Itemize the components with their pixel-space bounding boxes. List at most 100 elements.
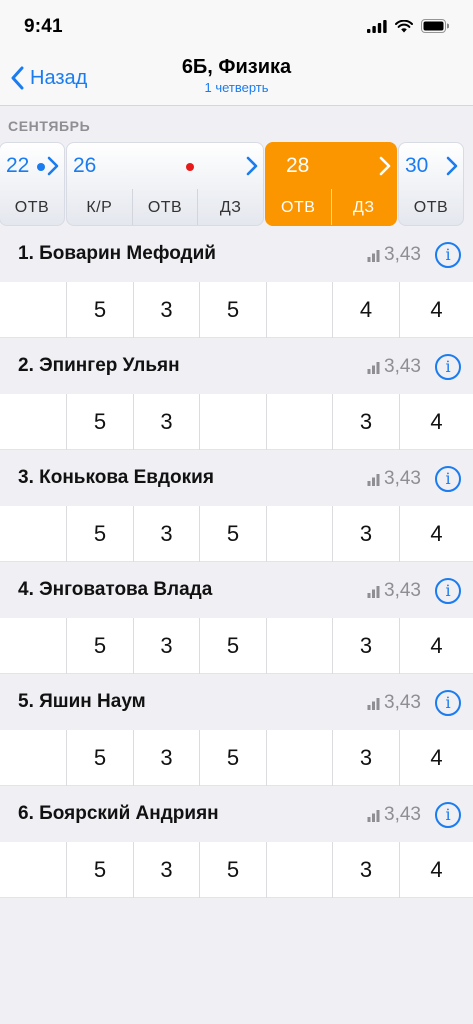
grade-cell[interactable]: 4 — [399, 730, 473, 786]
grade-cell[interactable] — [199, 394, 266, 450]
grade-cell[interactable]: 3 — [133, 282, 199, 338]
student-name: 6. Боярский Андриян — [18, 803, 219, 824]
student-header: 1. Боварин Мефодий 3,43 i — [0, 226, 473, 282]
grade-cell[interactable] — [266, 618, 332, 674]
grade-cell[interactable]: 5 — [199, 618, 266, 674]
grades-row: 53534 — [0, 618, 473, 674]
grade-cell[interactable]: 4 — [399, 618, 473, 674]
average-value: 3,43 — [384, 804, 421, 825]
grade-cell[interactable] — [0, 394, 66, 450]
student-header: 5. Яшин Наум 3,43 i — [0, 674, 473, 730]
grade-cell[interactable]: 5 — [66, 506, 133, 562]
student-average: 3,43 — [367, 356, 421, 378]
grade-cell[interactable]: 5 — [199, 506, 266, 562]
grade-cell[interactable]: 5 — [66, 282, 133, 338]
grade-cell[interactable]: 5 — [199, 282, 266, 338]
date-header[interactable]: 30 — [399, 143, 463, 189]
lesson-type[interactable]: ОТВ — [399, 189, 463, 225]
status-icons — [367, 18, 449, 34]
chevron-right-icon[interactable] — [46, 156, 60, 176]
grade-cell[interactable] — [266, 842, 332, 898]
grades-row: 535 44 — [0, 282, 473, 338]
page-subtitle[interactable]: 1 четверть — [0, 80, 473, 95]
grade-cell[interactable] — [266, 506, 332, 562]
grade-cell[interactable]: 3 — [133, 842, 199, 898]
grade-cell[interactable]: 4 — [399, 842, 473, 898]
lesson-type[interactable]: ОТВ — [131, 189, 198, 225]
grade-cell[interactable]: 3 — [133, 730, 199, 786]
grade-cell[interactable]: 4 — [399, 282, 473, 338]
grades-row: 53534 — [0, 730, 473, 786]
grade-cell[interactable]: 3 — [332, 394, 399, 450]
grade-cell[interactable]: 3 — [332, 618, 399, 674]
student-average: 3,43 — [367, 580, 421, 602]
student-average: 3,43 — [367, 804, 421, 826]
lesson-types: ОТВ — [0, 189, 64, 225]
grade-cell[interactable] — [266, 394, 332, 450]
info-icon[interactable]: i — [435, 242, 461, 268]
lesson-types: К/Р ОТВ ДЗ — [67, 189, 263, 225]
nav-bar: Назад 6Б, Физика 1 четверть — [0, 52, 473, 106]
grade-cell[interactable] — [0, 730, 66, 786]
grade-cell[interactable]: 4 — [399, 506, 473, 562]
bar-chart-icon — [367, 697, 380, 710]
date-header[interactable]: 28 — [266, 143, 396, 189]
grade-cell[interactable] — [266, 730, 332, 786]
grade-cell[interactable]: 3 — [332, 842, 399, 898]
grade-cell[interactable]: 5 — [66, 618, 133, 674]
grade-cell[interactable] — [0, 282, 66, 338]
grades-row: 5334 — [0, 394, 473, 450]
lesson-type[interactable]: К/Р — [67, 189, 132, 225]
grade-cell[interactable]: 3 — [133, 618, 199, 674]
status-time: 9:41 — [24, 16, 63, 37]
info-icon[interactable]: i — [435, 690, 461, 716]
grade-cell[interactable]: 4 — [332, 282, 399, 338]
lesson-type[interactable]: ДЗ — [330, 189, 397, 225]
date-card-22[interactable]: 22 ОТВ — [0, 142, 65, 226]
chevron-right-icon[interactable] — [245, 156, 259, 176]
red-dot-indicator — [186, 163, 194, 171]
dates-strip[interactable]: 22 ОТВ 26 К/Р ОТВ ДЗ 28 ОТВ ДЗ 30 ОТВ — [0, 142, 473, 226]
info-icon[interactable]: i — [435, 578, 461, 604]
grade-cell[interactable]: 4 — [399, 394, 473, 450]
bar-chart-icon — [367, 473, 380, 486]
grade-cell[interactable]: 3 — [133, 394, 199, 450]
grade-cell[interactable]: 5 — [66, 730, 133, 786]
grade-cell[interactable]: 5 — [199, 730, 266, 786]
student-header: 2. Эпингер Ульян 3,43 i — [0, 338, 473, 394]
grade-cell[interactable] — [0, 618, 66, 674]
date-card-28[interactable]: 28 ОТВ ДЗ — [265, 142, 397, 226]
grade-cell[interactable]: 3 — [332, 730, 399, 786]
lesson-type[interactable]: ДЗ — [197, 189, 263, 225]
info-icon[interactable]: i — [435, 354, 461, 380]
grade-cell[interactable]: 3 — [133, 506, 199, 562]
info-icon[interactable]: i — [435, 802, 461, 828]
date-number: 26 — [73, 154, 97, 177]
chevron-right-icon[interactable] — [378, 156, 392, 176]
student-name: 2. Эпингер Ульян — [18, 355, 180, 376]
student-header: 3. Конькова Евдокия 3,43 i — [0, 450, 473, 506]
bar-chart-icon — [367, 249, 380, 262]
student-header: 4. Энговатова Влада 3,43 i — [0, 562, 473, 618]
grades-row: 53534 — [0, 842, 473, 898]
student-name: 5. Яшин Наум — [18, 691, 146, 712]
grade-cell[interactable] — [266, 282, 332, 338]
date-card-30[interactable]: 30 ОТВ — [398, 142, 464, 226]
date-header[interactable]: 26 — [67, 143, 263, 189]
info-icon[interactable]: i — [435, 466, 461, 492]
page-title: 6Б, Физика — [181, 56, 292, 78]
bar-chart-icon — [367, 809, 380, 822]
chevron-right-icon[interactable] — [445, 156, 459, 176]
grade-cell[interactable]: 5 — [199, 842, 266, 898]
lesson-type[interactable]: ОТВ — [266, 189, 331, 225]
grade-cell[interactable]: 5 — [66, 394, 133, 450]
grade-cell[interactable]: 3 — [332, 506, 399, 562]
lesson-type[interactable]: ОТВ — [0, 189, 64, 225]
grade-cell[interactable] — [0, 506, 66, 562]
average-value: 3,43 — [384, 244, 421, 265]
date-card-26[interactable]: 26 К/Р ОТВ ДЗ — [66, 142, 264, 226]
grade-cell[interactable]: 5 — [66, 842, 133, 898]
grade-cell[interactable] — [0, 842, 66, 898]
student-average: 3,43 — [367, 468, 421, 490]
date-header[interactable]: 22 — [0, 143, 64, 189]
